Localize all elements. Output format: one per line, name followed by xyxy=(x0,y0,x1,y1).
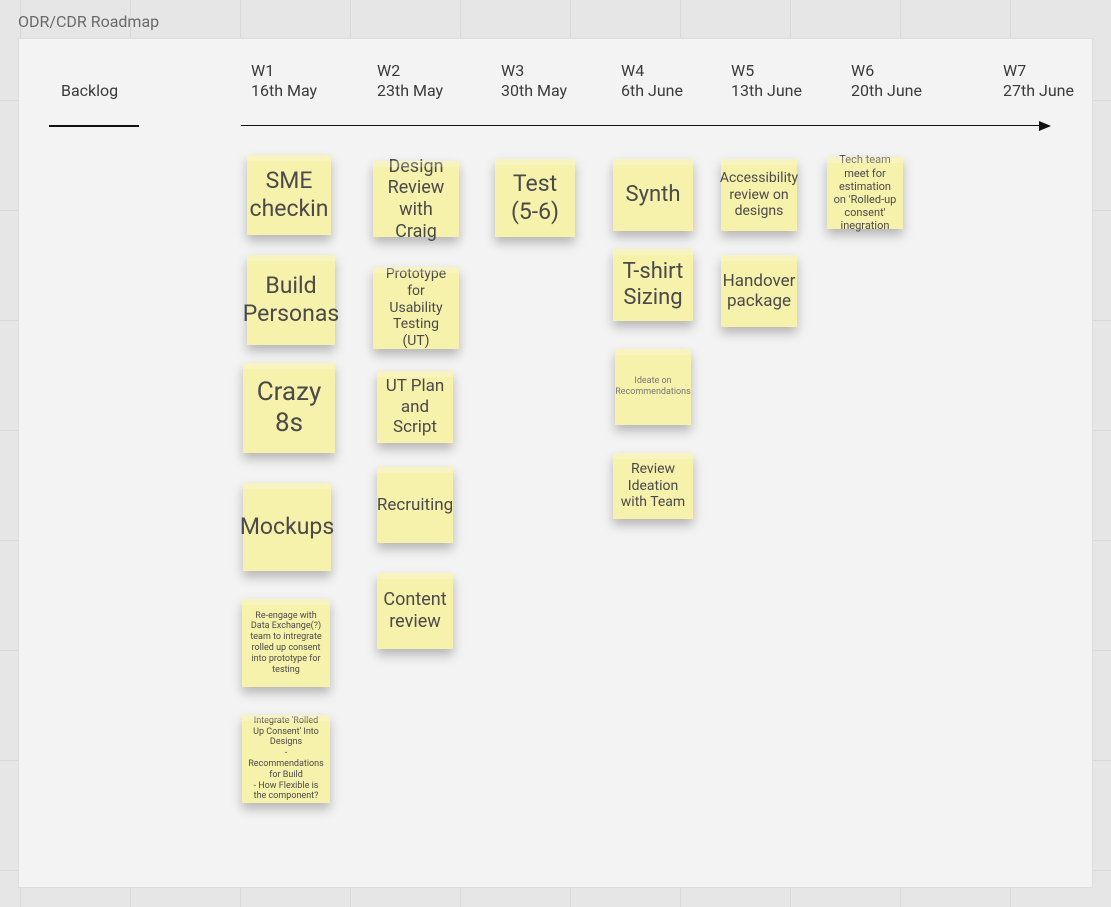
col-head-w1-date: 16th May xyxy=(251,81,317,101)
col-head-w6-date: 20th June xyxy=(851,81,922,101)
col-head-w5-date: 13th June xyxy=(731,81,802,101)
sticky-note[interactable]: Prototype for Usability Testing (UT) xyxy=(373,267,459,349)
timeline-arrow xyxy=(241,125,1049,126)
sticky-note[interactable]: Review Ideation with Team xyxy=(613,453,693,519)
col-head-backlog-label: Backlog xyxy=(61,81,118,101)
col-head-w4-date: 6th June xyxy=(621,81,683,101)
col-head-w5: W5 13th June xyxy=(731,61,802,101)
whiteboard-canvas[interactable]: ODR/CDR Roadmap Backlog W1 16th May W2 2… xyxy=(0,0,1111,907)
sticky-note[interactable]: UT Plan and Script xyxy=(377,371,453,443)
sticky-note[interactable]: Recruiting xyxy=(377,467,453,543)
sticky-note[interactable]: Mockups xyxy=(243,483,331,571)
col-head-w1: W1 16th May xyxy=(251,61,317,101)
sticky-note[interactable]: Content review xyxy=(377,573,453,649)
col-head-w5-week: W5 xyxy=(731,61,802,81)
col-head-w7: W7 27th June xyxy=(1003,61,1074,101)
col-head-w7-week: W7 xyxy=(1003,61,1074,81)
sticky-note[interactable]: Integrate 'Rolled Up Consent' Into Desig… xyxy=(242,715,330,803)
sticky-note[interactable]: Ideate on Recommendations xyxy=(615,349,691,425)
frame-title: ODR/CDR Roadmap xyxy=(18,12,159,31)
col-head-w2-week: W2 xyxy=(377,61,443,81)
sticky-note[interactable]: Test (5-6) xyxy=(495,159,575,237)
col-head-w6: W6 20th June xyxy=(851,61,922,101)
sticky-note[interactable]: T-shirt Sizing xyxy=(613,249,693,321)
sticky-note[interactable]: Handover package xyxy=(721,255,797,327)
roadmap-frame[interactable]: Backlog W1 16th May W2 23th May W3 30th … xyxy=(18,38,1093,888)
col-head-w3: W3 30th May xyxy=(501,61,567,101)
sticky-note[interactable]: Design Review with Craig xyxy=(373,161,459,237)
col-head-w4: W4 6th June xyxy=(621,61,683,101)
sticky-note[interactable]: Tech team meet for estimation on 'Rolled… xyxy=(827,157,903,229)
col-head-w3-date: 30th May xyxy=(501,81,567,101)
col-head-w1-week: W1 xyxy=(251,61,317,81)
col-head-w2-date: 23th May xyxy=(377,81,443,101)
col-head-backlog: Backlog xyxy=(61,81,118,101)
col-head-w4-week: W4 xyxy=(621,61,683,81)
col-head-w3-week: W3 xyxy=(501,61,567,81)
backlog-underline xyxy=(49,125,139,127)
sticky-note[interactable]: SME checkin xyxy=(247,155,331,235)
sticky-note[interactable]: Build Personas xyxy=(247,255,335,345)
sticky-note[interactable]: Re-engage with Data Exchange(?) team to … xyxy=(242,599,330,687)
col-head-w7-date: 27th June xyxy=(1003,81,1074,101)
sticky-note[interactable]: Synth xyxy=(613,159,693,231)
col-head-w2: W2 23th May xyxy=(377,61,443,101)
col-head-w6-week: W6 xyxy=(851,61,922,81)
sticky-note[interactable]: Accessibility review on designs xyxy=(721,159,797,231)
sticky-note[interactable]: Crazy 8s xyxy=(243,363,335,453)
